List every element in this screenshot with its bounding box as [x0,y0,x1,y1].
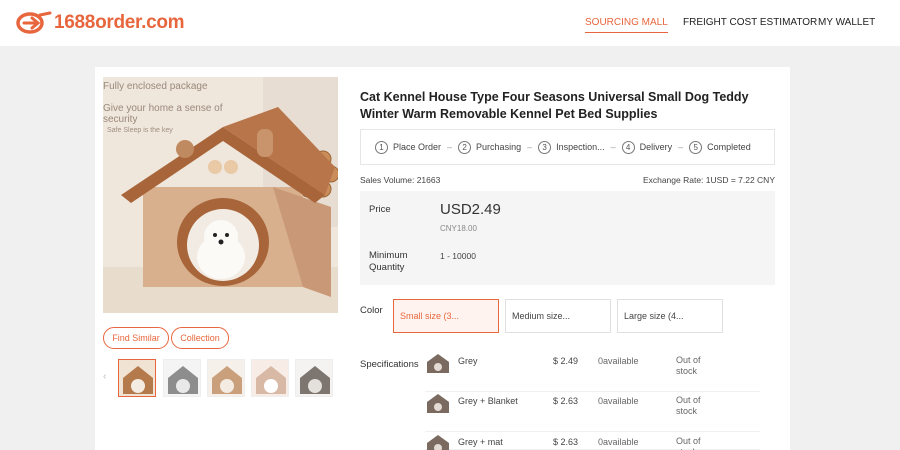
price-cny: CNY18.00 [440,224,477,233]
logo-text: 1688order.com [54,12,185,33]
spec-price: $ 2.49 [553,356,579,366]
step-place-order: 1 Place Order [375,140,442,154]
step-number: 5 [689,140,703,154]
nav-freight-cost-estimator[interactable]: FREIGHT COST ESTIMATOR [683,17,817,28]
thumbnail-4[interactable] [251,359,289,397]
step-number: 3 [538,140,552,154]
thumbnail-kennel-beige [208,360,244,396]
image-caption-1: Fully enclosed package [103,81,208,92]
step-separator: – [527,142,533,152]
collection-button[interactable]: Collection [171,327,229,349]
order-steps: 1 Place Order – 2 Purchasing – 3 Inspection… [360,129,775,165]
product-card: Fully enclosed package Give your home a … [95,67,790,450]
thumbnail-strip: ‹ [103,359,343,399]
nav-my-wallet[interactable]: MY WALLET [818,17,875,28]
thumbnail-1[interactable] [118,359,156,397]
spec-row[interactable]: Grey $ 2.49 0available Out of stock [425,352,760,392]
thumbnail-kennel-dark [296,360,332,396]
nav-sourcing-mall[interactable]: SOURCING MALL [585,17,668,33]
step-label: Completed [707,142,751,152]
logo-icon [16,11,52,34]
step-delivery: 4 Delivery [621,140,673,154]
step-purchasing: 2 Purchasing [458,140,522,154]
logo[interactable]: 1688order.com [16,10,185,36]
thumbnail-kennel-brown [119,360,155,396]
step-completed: 5 Completed [689,140,751,154]
spec-stock-status: Out of stock [676,395,701,416]
spec-stock-status: Out of stock [676,436,701,450]
thumb-prev-arrow[interactable]: ‹ [103,371,106,382]
price-usd: USD2.49 [440,201,501,218]
spec-thumbnail [427,435,449,450]
spec-price: $ 2.63 [553,396,579,406]
thumbnail-kennel-grey [164,360,200,396]
product-main-image[interactable]: Fully enclosed package Give your home a … [103,77,338,313]
spec-price: $ 2.63 [553,437,579,447]
step-label: Place Order [393,142,442,152]
step-label: Purchasing [476,142,522,152]
spec-name: Grey + mat [458,437,503,447]
color-option-large[interactable]: Large size (4... [617,299,723,333]
min-qty-label: Minimum Quantity [369,250,408,273]
thumbnail-5[interactable] [295,359,333,397]
spec-row[interactable]: Grey + mat $ 2.63 0available Out of stoc… [425,433,760,450]
spec-thumbnail [427,354,449,373]
step-number: 1 [375,140,388,154]
step-inspection: 3 Inspection... [538,140,605,154]
color-option-medium[interactable]: Medium size... [505,299,611,333]
product-title: Cat Kennel House Type Four Seasons Unive… [360,90,749,121]
step-label: Inspection... [556,142,605,152]
thumbnail-3[interactable] [207,359,245,397]
spec-thumbnail [427,394,449,413]
sales-volume: Sales Volume: 21663 [360,175,441,185]
step-separator: – [610,142,616,152]
spec-available: 0available [598,437,639,447]
step-number: 4 [621,140,635,154]
image-caption-2: Give your home a sense of security [103,103,223,125]
price-box: Price USD2.49 CNY18.00 Minimum Quantity … [360,191,775,285]
color-option-small[interactable]: Small size (3... [393,299,499,333]
spec-stock-status: Out of stock [676,355,701,376]
specifications-label: Specifications [360,359,419,370]
spec-name: Grey [458,356,478,366]
spec-available: 0available [598,356,639,366]
min-qty-value: 1 - 10000 [440,251,476,261]
image-caption-3: Safe Sleep is the key [107,127,173,134]
step-number: 2 [458,140,472,154]
step-label: Delivery [639,142,673,152]
spec-name: Grey + Blanket [458,396,518,406]
exchange-rate: Exchange Rate: 1USD = 7.22 CNY [642,175,775,185]
top-header: 1688order.com SOURCING MALL FREIGHT COST… [0,0,900,46]
price-label: Price [369,204,391,215]
find-similar-button[interactable]: Find Similar [103,327,169,349]
spec-available: 0available [598,396,639,406]
step-separator: – [678,142,684,152]
spec-row[interactable]: Grey + Blanket $ 2.63 0available Out of … [425,392,760,432]
thumbnail-kennel-pink [252,360,288,396]
thumbnail-2[interactable] [163,359,201,397]
color-label: Color [360,305,383,316]
step-separator: – [447,142,453,152]
